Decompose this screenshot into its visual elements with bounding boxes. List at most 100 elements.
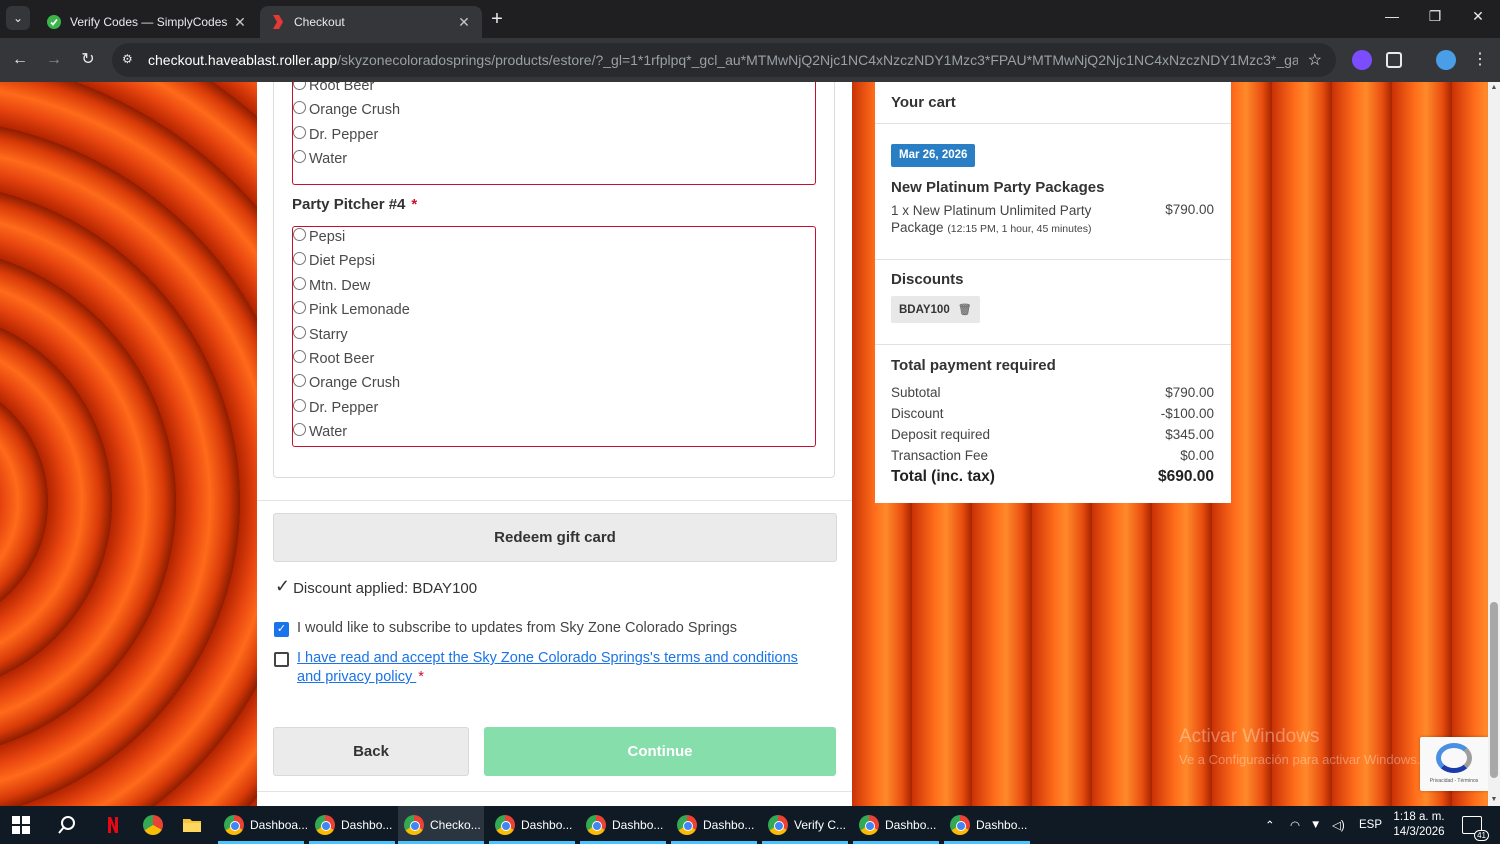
radio-button[interactable] [293, 300, 306, 314]
tab-close-icon[interactable]: ✕ [232, 14, 248, 31]
notification-center-icon[interactable]: 41 [1462, 816, 1489, 841]
page-scrollbar[interactable]: ▲ ▼ [1488, 82, 1500, 806]
chrome-icon[interactable] [143, 815, 163, 835]
close-window-button[interactable]: ✕ [1463, 8, 1493, 25]
minimize-button[interactable]: — [1377, 8, 1407, 24]
subscribe-checkbox[interactable]: ✓ [274, 622, 289, 637]
taskbar-app[interactable]: Dashbo... [309, 806, 395, 844]
tab-verify-codes[interactable]: Verify Codes — SimplyCodes ✕ [36, 6, 258, 38]
system-clock[interactable]: 1:18 a. m. 14/3/2026 [1392, 810, 1446, 840]
radio-button[interactable] [293, 398, 306, 412]
extensions-puzzle-icon[interactable] [1386, 52, 1402, 68]
restore-button[interactable]: ❐ [1420, 8, 1450, 25]
scroll-up-arrow-icon[interactable]: ▲ [1488, 82, 1500, 94]
radio-option[interactable]: Root Beer [293, 82, 374, 96]
row-value: $0.00 [1180, 448, 1214, 463]
radio-button[interactable] [293, 325, 306, 339]
package-detail: (12:15 PM, 1 hour, 45 minutes) [947, 223, 1092, 235]
taskbar-app[interactable]: Dashbo... [853, 806, 939, 844]
radio-button[interactable] [293, 100, 306, 114]
url-text[interactable]: checkout.haveablast.roller.app/skyzoneco… [148, 52, 1298, 68]
show-hidden-icons[interactable]: ⌃ [1265, 806, 1275, 844]
address-bar[interactable]: ⚙ checkout.haveablast.roller.app/skyzone… [112, 43, 1336, 77]
taskbar-app-label: Verify C... [794, 818, 847, 832]
radio-button[interactable] [293, 373, 306, 387]
tab-close-icon[interactable]: ✕ [456, 14, 472, 31]
radio-button[interactable] [293, 125, 306, 139]
trash-icon[interactable]: 🗑 [958, 303, 972, 316]
radio-option[interactable]: Water [293, 149, 347, 169]
radio-button[interactable] [293, 251, 306, 265]
tab-search-button[interactable]: ⌄ [6, 6, 30, 30]
new-tab-button[interactable]: + [486, 8, 508, 31]
search-icon[interactable] [57, 815, 77, 835]
tab-strip: ⌄ Verify Codes — SimplyCodes ✕ Checkout … [0, 0, 1500, 38]
pitcher-4-options: Pepsi Diet Pepsi Mtn. Dew Pink Lemonade … [292, 226, 816, 447]
reload-icon[interactable]: ↻ [76, 48, 100, 72]
pitcher-4-label: Party Pitcher #4 [292, 196, 406, 213]
radio-option[interactable]: Root Beer [293, 349, 374, 369]
terms-link[interactable]: I have read and accept the Sky Zone Colo… [297, 650, 798, 685]
radio-button[interactable] [293, 422, 306, 436]
taskbar-app[interactable]: Verify C... [762, 806, 848, 844]
radio-button[interactable] [293, 149, 306, 163]
radio-option[interactable]: Dr. Pepper [293, 125, 378, 145]
radio-option[interactable]: Orange Crush [293, 373, 400, 393]
taskbar-app[interactable]: Dashbo... [489, 806, 575, 844]
radio-option[interactable]: Diet Pepsi [293, 251, 375, 271]
radio-option[interactable]: Pink Lemonade [293, 300, 410, 320]
file-explorer-icon[interactable] [182, 815, 202, 835]
taskbar-app[interactable]: Dashboa... [218, 806, 308, 844]
terms-checkbox[interactable] [274, 652, 289, 667]
scroll-down-arrow-icon[interactable]: ▼ [1488, 794, 1500, 806]
network-icon[interactable]: ◠ [1290, 806, 1300, 844]
volume-icon[interactable]: ◁) [1332, 806, 1345, 844]
tab-title: Checkout [294, 15, 345, 29]
forward-arrow-icon[interactable]: → [42, 48, 66, 72]
radio-option[interactable]: Pepsi [293, 227, 345, 247]
radio-button[interactable] [293, 227, 306, 241]
radio-option[interactable]: Dr. Pepper [293, 398, 378, 418]
deposit-row: Deposit required $345.00 [891, 427, 1214, 442]
radio-button[interactable] [293, 349, 306, 363]
radio-label: Diet Pepsi [309, 253, 376, 269]
scroll-thumb[interactable] [1490, 602, 1498, 778]
vpn-shield-icon[interactable]: ▼ [1310, 806, 1321, 844]
chrome-profile-icon [315, 815, 335, 835]
taskbar-app[interactable]: Dashbo... [580, 806, 666, 844]
taskbar-app[interactable]: Checko... [398, 806, 484, 844]
row-label: Transaction Fee [891, 448, 989, 463]
row-label: Subtotal [891, 385, 941, 400]
windows-start-icon[interactable] [12, 816, 30, 834]
chrome-profile-icon [950, 815, 970, 835]
back-arrow-icon[interactable]: ← [8, 48, 32, 72]
taskbar-app-label: Checko... [430, 818, 481, 832]
netflix-icon[interactable] [103, 815, 123, 835]
recaptcha-badge[interactable]: Privacidad - Términos [1420, 737, 1488, 791]
back-button[interactable]: Back [273, 727, 469, 776]
recaptcha-text: Privacidad - Términos [1429, 778, 1479, 784]
taskbar-app-label: Dashbo... [341, 818, 393, 832]
package-title: New Platinum Party Packages [891, 179, 1105, 196]
radio-button[interactable] [293, 82, 306, 90]
radio-option[interactable]: Orange Crush [293, 100, 400, 120]
radio-button[interactable] [293, 276, 306, 290]
taskbar-app[interactable]: Dashbo... [944, 806, 1030, 844]
language-indicator[interactable]: ESP [1359, 806, 1382, 844]
radio-label: Orange Crush [309, 102, 401, 118]
site-info-icon[interactable]: ⚙ [122, 52, 138, 68]
taskbar-app-label: Dashbo... [612, 818, 664, 832]
extension-icon[interactable] [1352, 50, 1372, 70]
continue-button[interactable]: Continue [484, 727, 836, 776]
radio-option[interactable]: Mtn. Dew [293, 276, 370, 296]
menu-kebab-icon[interactable]: ⋮ [1468, 48, 1492, 72]
bookmark-star-icon[interactable]: ☆ [1308, 50, 1322, 70]
profile-avatar[interactable] [1436, 50, 1456, 70]
redeem-gift-card-button[interactable]: Redeem gift card [273, 513, 837, 562]
radio-option[interactable]: Water [293, 422, 347, 442]
radio-option[interactable]: Starry [293, 325, 348, 345]
row-label: Deposit required [891, 427, 991, 442]
checkout-form: Root Beer Orange Crush Dr. Pepper Water … [257, 82, 852, 806]
taskbar-app[interactable]: Dashbo... [671, 806, 757, 844]
tab-checkout[interactable]: Checkout ✕ [260, 6, 482, 38]
